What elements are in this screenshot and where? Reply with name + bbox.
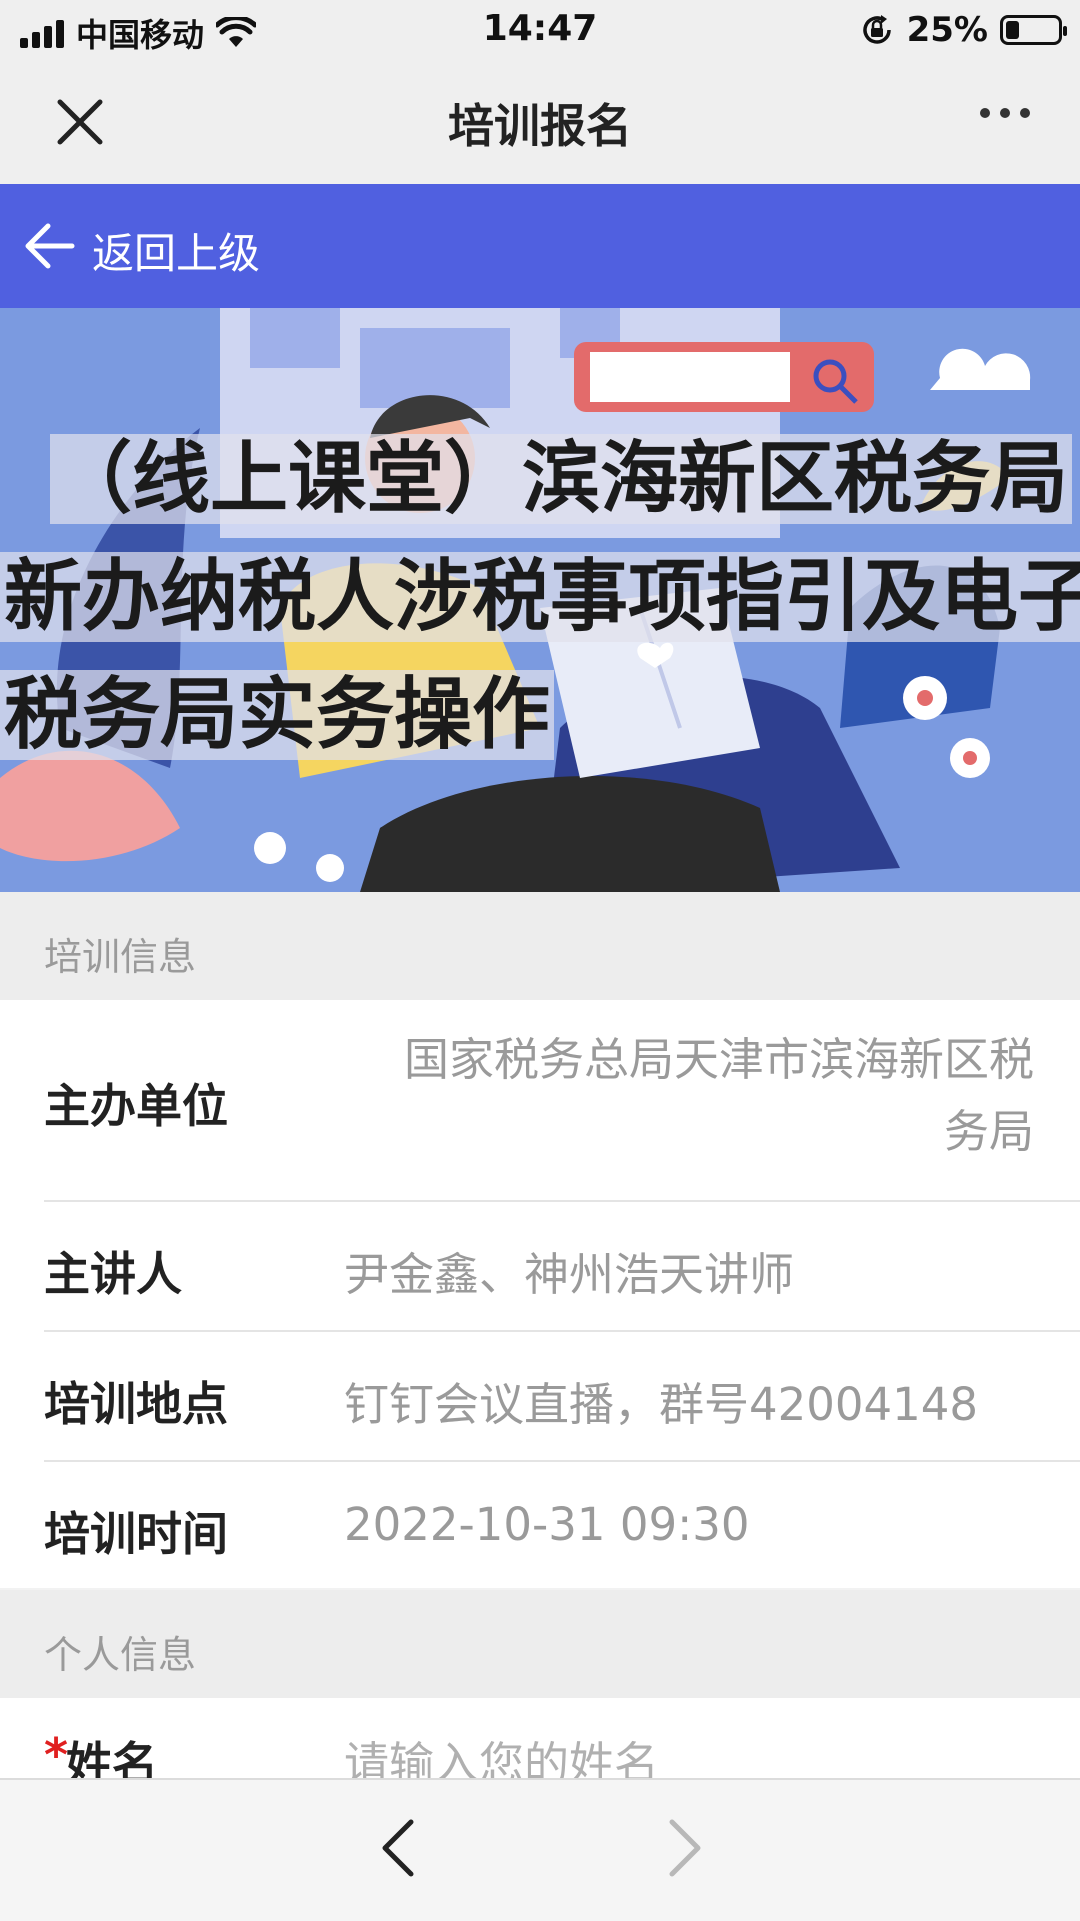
section-label: 培训信息 — [44, 935, 197, 979]
banner-title-line-1: （线上课堂）滨海新区税务局 — [0, 420, 1080, 538]
more-icon[interactable] — [980, 108, 1030, 118]
chevron-right-icon[interactable] — [664, 1816, 708, 1880]
banner-title-line-3: 税务局实务操作 — [0, 656, 1080, 774]
info-value: 尹金鑫、神州浩天讲师 — [344, 1248, 795, 1301]
banner-title-line-2: 新办纳税人涉税事项指引及电子 — [0, 538, 1080, 656]
arrow-left-icon — [25, 223, 75, 269]
training-info-list: 主办单位 国家税务总局天津市滨海新区税务局 主讲人 尹金鑫、神州浩天讲师 培训地… — [0, 1000, 1080, 1588]
info-label: 主讲人 — [44, 1247, 182, 1301]
info-label: 培训地点 — [44, 1377, 228, 1431]
title-bar: 培训报名 — [0, 60, 1080, 184]
info-row-speaker: 主讲人 尹金鑫、神州浩天讲师 — [44, 1202, 1080, 1332]
section-label: 个人信息 — [44, 1633, 197, 1677]
back-label: 返回上级 — [92, 229, 261, 278]
info-value: 国家税务总局天津市滨海新区税务局 — [403, 1033, 1034, 1158]
banner-title: （线上课堂）滨海新区税务局 新办纳税人涉税事项指引及电子 税务局实务操作 — [0, 420, 1080, 774]
info-row-time: 培训时间 2022-10-31 09:30 — [44, 1462, 1080, 1588]
chevron-left-icon[interactable] — [375, 1816, 419, 1880]
course-banner: （线上课堂）滨海新区税务局 新办纳税人涉税事项指引及电子 税务局实务操作 — [0, 308, 1080, 892]
section-header-training-info: 培训信息 — [0, 892, 1080, 1000]
info-value: 2022-10-31 09:30 — [344, 1498, 750, 1551]
back-bar[interactable]: 返回上级 — [0, 184, 1080, 308]
status-bar: 中国移动 14:47 25% — [0, 0, 1080, 60]
battery-icon — [1000, 15, 1067, 45]
section-header-personal-info: 个人信息 — [0, 1590, 1080, 1698]
status-right: 25% — [859, 10, 1067, 50]
info-label: 主办单位 — [44, 1079, 228, 1133]
browser-nav-bar — [0, 1778, 1080, 1921]
info-row-location: 培训地点 钉钉会议直播，群号42004148 — [44, 1332, 1080, 1462]
info-row-organizer: 主办单位 国家税务总局天津市滨海新区税务局 — [44, 1000, 1080, 1202]
battery-percent: 25% — [906, 10, 988, 50]
rotation-lock-icon — [862, 15, 891, 44]
info-label: 培训时间 — [44, 1507, 228, 1561]
required-mark: * — [44, 1728, 69, 1782]
page-title: 培训报名 — [448, 99, 632, 153]
info-value: 钉钉会议直播，群号42004148 — [344, 1378, 979, 1431]
battery-fill — [1006, 21, 1019, 39]
